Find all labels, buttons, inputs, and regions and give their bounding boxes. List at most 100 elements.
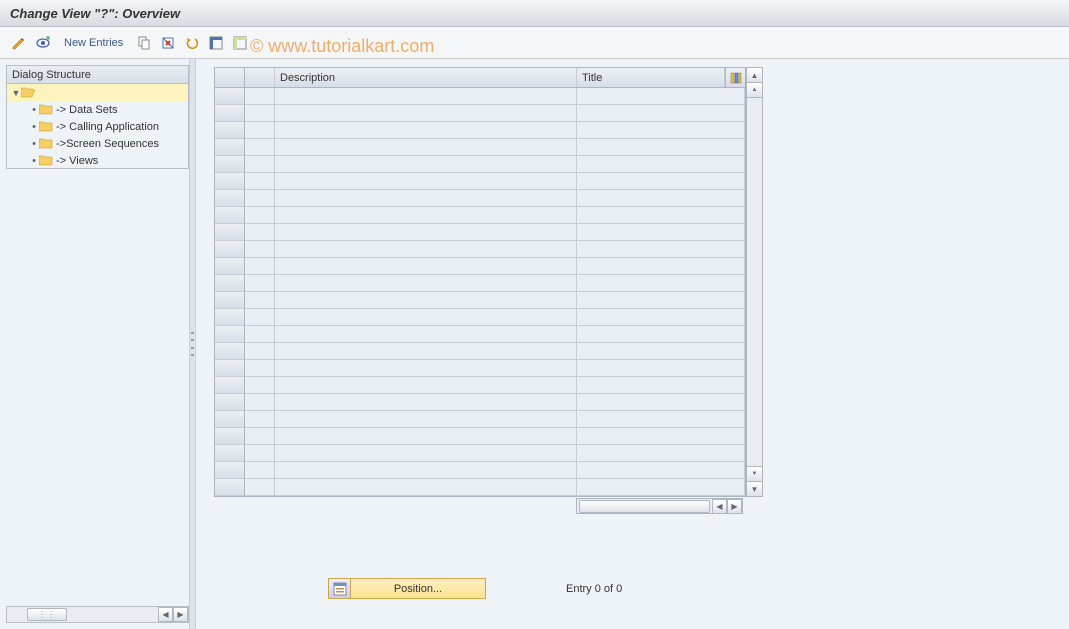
table-row[interactable] [215,258,745,275]
table-row[interactable] [215,411,745,428]
row-header[interactable] [215,139,245,156]
column-header-title[interactable]: Title [577,68,725,87]
position-button-label: Position... [351,583,485,595]
table-row[interactable] [215,241,745,258]
tree-node-calling-application[interactable]: • -> Calling Application [7,118,188,135]
table-row[interactable] [215,292,745,309]
table-row[interactable] [215,207,745,224]
scroll-up-step-icon[interactable]: ▲ [747,83,762,98]
table-row[interactable] [215,173,745,190]
table-row[interactable] [215,428,745,445]
tree-label: -> Data Sets [56,104,117,116]
table-row[interactable] [215,360,745,377]
grid-corner[interactable] [215,68,245,87]
delete-icon[interactable] [157,32,179,54]
table-row[interactable] [215,88,745,105]
table-row[interactable] [215,224,745,241]
tree-label: ->Screen Sequences [56,138,159,150]
toolbar: New Entries [0,27,1069,59]
table-row[interactable] [215,122,745,139]
table-row[interactable] [215,462,745,479]
scroll-up-icon[interactable]: ▲ [747,68,762,83]
hscroll-thumb[interactable] [579,500,710,513]
folder-icon [39,121,53,132]
row-header[interactable] [215,241,245,258]
column-header-description[interactable]: Description [275,68,577,87]
table-row[interactable] [215,343,745,360]
row-header[interactable] [215,258,245,275]
row-header[interactable] [215,309,245,326]
scroll-left-icon[interactable]: ◀ [712,499,727,514]
folder-icon [39,155,53,166]
tree-node-views[interactable]: • -> Views [7,152,188,169]
table-row[interactable] [215,394,745,411]
table-row[interactable] [215,190,745,207]
row-header[interactable] [215,326,245,343]
deselect-all-icon[interactable] [229,32,251,54]
grid: Description Title [214,67,1061,497]
grid-hscroll-area[interactable]: ◀ ▶ [576,498,743,514]
collapse-icon[interactable]: ▼ [11,88,21,98]
vscroll-track[interactable] [747,98,762,466]
row-header[interactable] [215,462,245,479]
hscroll-track[interactable] [577,499,712,513]
toggle-display-change-icon[interactable] [8,32,30,54]
scroll-left-icon[interactable]: ◀ [158,607,173,622]
copy-icon[interactable] [133,32,155,54]
other-view-icon[interactable] [32,32,54,54]
row-header[interactable] [215,360,245,377]
page-title: Change View "?": Overview [10,6,180,21]
row-header[interactable] [215,445,245,462]
row-header[interactable] [215,479,245,496]
scroll-right-icon[interactable]: ▶ [173,607,188,622]
row-header[interactable] [215,190,245,207]
row-header[interactable] [215,105,245,122]
tree-node-root[interactable]: ▼ [7,84,188,101]
row-header[interactable] [215,343,245,360]
table-row[interactable] [215,105,745,122]
splitter[interactable] [190,59,196,629]
row-header[interactable] [215,88,245,105]
table-row[interactable] [215,275,745,292]
column-header-blank[interactable] [245,68,275,87]
splitter-handle-icon [191,329,195,359]
select-all-icon[interactable] [205,32,227,54]
undo-icon[interactable] [181,32,203,54]
scroll-right-icon[interactable]: ▶ [727,499,742,514]
sidebar-hscroll[interactable]: ⋮⋮ ◀ ▶ [6,606,189,623]
grid-config-icon[interactable] [725,68,745,87]
row-header[interactable] [215,122,245,139]
scroll-down-icon[interactable]: ▼ [747,481,762,496]
table-row[interactable] [215,139,745,156]
hscroll-thumb[interactable]: ⋮⋮ [27,608,67,621]
row-header[interactable] [215,292,245,309]
folder-open-icon [21,87,35,98]
table-row[interactable] [215,326,745,343]
entry-counter: Entry 0 of 0 [566,583,622,595]
tree-node-data-sets[interactable]: • -> Data Sets [7,101,188,118]
content-area: Description Title [196,59,1069,629]
row-header[interactable] [215,173,245,190]
new-entries-button[interactable]: New Entries [56,32,131,54]
row-header[interactable] [215,156,245,173]
grid-hscroll: ◀ ▶ [214,497,1061,514]
row-header[interactable] [215,224,245,241]
grid-vscroll[interactable]: ▲ ▲ ▼ ▼ [746,67,763,497]
row-header[interactable] [215,394,245,411]
table-row[interactable] [215,377,745,394]
position-button[interactable]: Position... [328,578,486,599]
row-header[interactable] [215,428,245,445]
row-header[interactable] [215,411,245,428]
table-row[interactable] [215,156,745,173]
row-header[interactable] [215,377,245,394]
table-row[interactable] [215,479,745,496]
scroll-down-step-icon[interactable]: ▼ [747,466,762,481]
table-row[interactable] [215,309,745,326]
table-row[interactable] [215,445,745,462]
tree-node-screen-sequences[interactable]: • ->Screen Sequences [7,135,188,152]
folder-icon [39,138,53,149]
hscroll-track[interactable]: ⋮⋮ [7,607,158,622]
row-header[interactable] [215,207,245,224]
row-header[interactable] [215,275,245,292]
footer-row: Position... Entry 0 of 0 [214,578,1061,599]
